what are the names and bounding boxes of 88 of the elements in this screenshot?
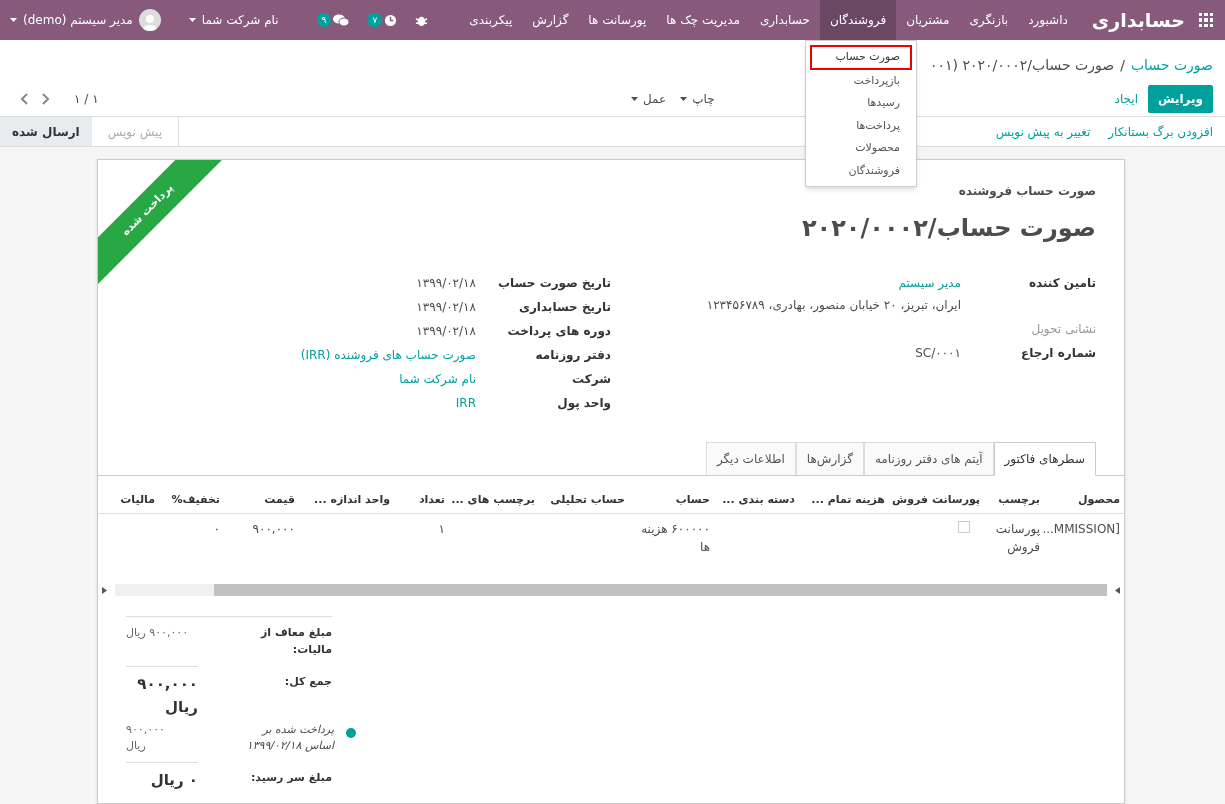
pager-value: ۱ / ۱ — [74, 91, 99, 108]
table-cell: پورسانت فروش — [995, 521, 1040, 554]
field-label: دفتر روزنامه — [534, 347, 611, 364]
field-label: واحد پول — [556, 395, 611, 412]
total-value: ۹۰۰,۰۰۰ ریال — [126, 625, 189, 641]
menu-item[interactable]: مشتریان — [896, 0, 960, 40]
column-header[interactable]: برچسب — [998, 493, 1040, 506]
dropdown-item[interactable]: صورت حساب — [810, 45, 912, 70]
document-type-label: صورت حساب فروشنده — [958, 183, 1096, 200]
total-value: ۰ ریال — [126, 762, 198, 792]
column-header[interactable]: هزینه تمام ... — [811, 493, 885, 506]
caret-icon — [680, 97, 688, 101]
tab[interactable]: گزارش‌ها — [795, 442, 864, 475]
total-label: مبلغ سر رسید: — [249, 770, 332, 786]
activity-count-badge: ۷ — [367, 13, 383, 27]
field-value: ۱۳۹۹/۰۲/۱۸ — [415, 275, 476, 292]
scroll-left-icon[interactable] — [1115, 586, 1120, 594]
caret-icon — [10, 18, 17, 22]
menu-item[interactable]: پیکربندی — [459, 0, 523, 40]
column-header[interactable]: تعداد — [418, 493, 445, 506]
dropdown-item[interactable]: فروشندگان — [810, 159, 912, 182]
breadcrumb-separator: / — [1120, 55, 1125, 75]
menu-item[interactable]: بازنگری — [959, 0, 1019, 40]
menu-item[interactable]: گزارش — [522, 0, 579, 40]
total-label: جمع کل: — [283, 674, 332, 690]
apps-menu-icon[interactable] — [1199, 13, 1213, 27]
field-value: ۱۳۹۹/۰۲/۱۸ — [415, 299, 476, 316]
checkbox[interactable] — [958, 520, 970, 533]
menu-item[interactable]: داشبورد — [1018, 0, 1078, 40]
column-header[interactable]: حساب تحلیلی — [550, 493, 625, 506]
address-text: ایران، تبریز، ۲۰ خیابان منصور، بهادری، ۱۲۳۴۵۶۷۸۹ — [705, 297, 961, 314]
status-stage[interactable]: ارسال شده — [0, 117, 92, 146]
column-header[interactable]: برچسب های ... — [451, 493, 535, 506]
table-cell: ۰ — [213, 521, 220, 536]
action-dropdown[interactable]: عمل — [631, 90, 667, 108]
field-label: دوره های پرداخت — [506, 323, 611, 340]
column-header[interactable]: قیمت — [264, 493, 295, 506]
user-menu[interactable]: مدیر سیستم (demo) — [10, 9, 161, 31]
print-dropdown[interactable]: چاپ — [680, 90, 715, 108]
chat-icon[interactable] — [333, 13, 350, 27]
table-cell: ۹۰۰,۰۰۰ — [252, 521, 295, 536]
dropdown-item[interactable]: محصولات — [810, 137, 912, 160]
column-header[interactable]: واحد اندازه ... — [314, 493, 390, 506]
table-cell: [MMISSION... — [1042, 521, 1120, 536]
field-label: شرکت — [571, 371, 611, 388]
menu-item[interactable]: پورسانت ها — [578, 0, 657, 40]
info-icon[interactable] — [346, 728, 356, 738]
message-count-badge: ۹ — [316, 13, 332, 27]
document-title: صورت حساب/۲۰۲۰/۰۰۰۲ — [801, 213, 1096, 244]
caret-icon — [631, 97, 638, 101]
field-label: شماره ارجاع — [1020, 345, 1096, 362]
app-title: حسابداری — [1091, 7, 1185, 34]
payment-text: پرداخت شده بر اساس ۱۳۹۹/۰۲/۱۸ — [245, 722, 334, 754]
dropdown-item[interactable]: پرداخت‌ها — [810, 114, 912, 137]
column-header[interactable]: دسته بندی ... — [722, 493, 795, 506]
dropdown-item[interactable]: رسیدها — [810, 92, 912, 115]
field-label: تاریخ صورت حساب — [497, 275, 611, 292]
field-label: نشانی تحویل — [1030, 321, 1096, 338]
tab[interactable]: آیتم های دفتر روزنامه — [863, 442, 994, 475]
column-header[interactable]: پورسانت فروش — [892, 493, 980, 506]
field-label: تاریخ حسابداری — [517, 299, 611, 316]
menu-item[interactable]: حسابداری — [749, 0, 820, 40]
field-label: تامین کننده — [1027, 275, 1096, 292]
field-value: SC/۰۰۰۱ — [914, 345, 961, 362]
previous-page-button[interactable] — [20, 93, 28, 105]
tab[interactable]: اطلاعات دیگر — [705, 442, 796, 475]
total-label: مبلغ معاف از مالیات: — [259, 625, 332, 658]
company-switcher[interactable]: نام شرکت شما — [188, 11, 279, 29]
breadcrumb-current: صورت حساب/۲۰۲۰/۰۰۰۲ (۰۰۱ — [930, 55, 1115, 76]
next-page-button[interactable] — [42, 93, 50, 105]
table-cell: ۱ — [438, 521, 445, 536]
dropdown-item[interactable]: بازپرداخت — [810, 69, 912, 92]
caret-icon — [188, 18, 196, 22]
avatar-icon — [138, 9, 161, 31]
tab[interactable]: سطرهای فاکتور — [993, 442, 1096, 476]
column-header[interactable]: تخفیف% — [171, 493, 220, 506]
column-header[interactable]: محصول — [1077, 493, 1120, 506]
column-header[interactable]: مالیات — [120, 493, 155, 506]
menu-item[interactable]: مدیریت چک ها — [656, 0, 750, 40]
horizontal-scrollbar[interactable] — [102, 584, 1120, 596]
menu-item[interactable]: فروشندگان — [819, 0, 897, 40]
table-cell: ۶۰۰۰۰۰ هزینه ها — [641, 521, 710, 554]
total-value: ۹۰۰,۰۰۰ ریال — [126, 666, 198, 718]
clock-icon[interactable] — [384, 13, 398, 27]
field-value: ۱۳۹۹/۰۲/۱۸ — [415, 323, 476, 340]
scroll-right-icon[interactable] — [102, 586, 107, 594]
payment-amount: ۹۰۰,۰۰۰ ریال — [126, 722, 166, 754]
column-header[interactable]: حساب — [675, 493, 710, 506]
